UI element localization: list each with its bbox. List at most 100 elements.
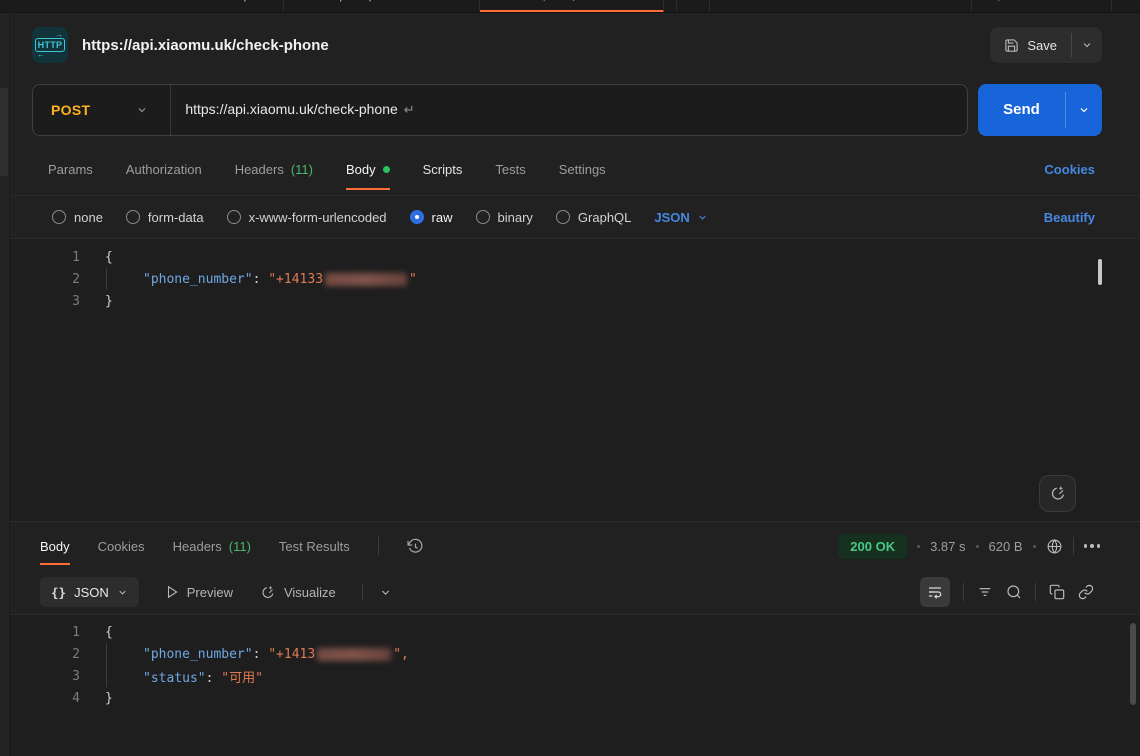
code-line: 3 "status": "可用" xyxy=(10,665,1140,687)
divider xyxy=(362,583,363,601)
http-icon: → HTTP ← xyxy=(32,27,68,63)
mode-graphql[interactable]: GraphQL xyxy=(556,210,631,225)
method-dropdown[interactable]: POST xyxy=(33,102,170,118)
tab-tests[interactable]: Tests xyxy=(495,143,525,195)
save-button-group: Save xyxy=(990,27,1102,63)
chevron-down-icon xyxy=(117,587,128,598)
response-body-viewer[interactable]: 1 { 2 "phone_number": "+1413", 3 "status… xyxy=(10,614,1140,756)
search-icon xyxy=(988,0,1001,2)
code-line: 1 { xyxy=(10,621,1140,643)
floppy-icon xyxy=(1004,38,1019,53)
cookies-link[interactable]: Cookies xyxy=(1044,143,1095,195)
preview-button[interactable]: Preview xyxy=(165,585,233,600)
send-button[interactable]: Send xyxy=(978,84,1065,136)
environment-label: No Environment xyxy=(1009,0,1095,2)
save-options-button[interactable] xyxy=(1072,27,1102,63)
status-badge[interactable]: 200 OK xyxy=(838,534,907,559)
chevron-down-icon[interactable] xyxy=(379,586,392,599)
dot-separator xyxy=(976,545,979,548)
save-button[interactable]: Save xyxy=(990,27,1071,63)
request-tab-apiint[interactable]: GET https://apiint.domain.uk/ex xyxy=(284,0,481,13)
response-tab-cookies[interactable]: Cookies xyxy=(98,522,145,570)
line-number: 3 xyxy=(10,294,80,309)
divider xyxy=(1035,583,1036,601)
line-number: 2 xyxy=(10,272,80,287)
response-toolbar: {} JSON Preview Visualize xyxy=(10,570,1140,614)
tab-body[interactable]: Body xyxy=(346,143,390,195)
method-badge-get: GET xyxy=(152,0,173,1)
divider xyxy=(378,537,379,555)
response-tab-test-results[interactable]: Test Results xyxy=(279,522,350,570)
code-line: 1 { xyxy=(10,246,1140,268)
request-tab-bar: Params Authorization Headers (11) Body S… xyxy=(10,143,1140,196)
radio-checked-icon xyxy=(410,210,424,224)
chevron-down-icon xyxy=(697,212,708,223)
body-mode-row: none form-data x-www-form-urlencoded raw… xyxy=(10,196,1140,238)
mode-urlencoded[interactable]: x-www-form-urlencoded xyxy=(227,210,387,225)
mode-binary[interactable]: binary xyxy=(476,210,533,225)
wand-sparkle-icon xyxy=(259,584,276,601)
line-number: 4 xyxy=(10,691,80,706)
request-title-row: → HTTP ← https://api.xiaomu.uk/check-pho… xyxy=(10,14,1140,76)
postbot-button[interactable] xyxy=(1039,475,1076,512)
search-icon[interactable] xyxy=(1006,584,1022,600)
mode-raw[interactable]: raw xyxy=(410,210,453,225)
visualize-button[interactable]: Visualize xyxy=(259,584,336,601)
history-clock-icon[interactable] xyxy=(407,538,424,555)
line-number: 3 xyxy=(10,669,80,684)
editor-scrollbar[interactable] xyxy=(1098,259,1102,285)
url-input[interactable]: https://api.xiaomu.uk/check-phone↵ xyxy=(171,101,414,118)
line-number: 2 xyxy=(10,647,80,662)
response-time[interactable]: 3.87 s xyxy=(930,539,965,554)
response-tab-body[interactable]: Body xyxy=(40,522,70,570)
copy-icon[interactable] xyxy=(1049,584,1065,600)
mode-none[interactable]: none xyxy=(52,210,103,225)
collapsed-sidebar-rail[interactable] xyxy=(0,14,10,756)
code-line: 2 "phone_number": "+14133" xyxy=(10,268,1140,290)
response-tab-headers[interactable]: Headers (11) xyxy=(173,522,251,570)
wand-sparkle-icon xyxy=(1048,484,1067,503)
globe-icon[interactable] xyxy=(1046,538,1063,555)
radio-icon xyxy=(476,210,490,224)
url-builder-row: POST https://api.xiaomu.uk/check-phone↵ … xyxy=(10,76,1140,143)
filter-icon[interactable] xyxy=(977,584,993,600)
return-glyph: ↵ xyxy=(404,102,415,117)
line-number: 1 xyxy=(10,250,80,265)
response-scrollbar[interactable] xyxy=(1130,623,1136,705)
request-tab-untitled[interactable]: GET Untitled Request xyxy=(138,0,284,13)
chevron-down-icon xyxy=(1081,39,1093,51)
divider xyxy=(1073,537,1074,555)
response-size[interactable]: 620 B xyxy=(989,539,1023,554)
request-body-editor[interactable]: 1 { 2 "phone_number": "+14133" 3 } xyxy=(10,238,1140,521)
method-label: POST xyxy=(51,102,90,118)
tab-settings[interactable]: Settings xyxy=(559,143,606,195)
chevron-down-icon xyxy=(1078,104,1090,116)
radio-icon xyxy=(227,210,241,224)
tab-params[interactable]: Params xyxy=(48,143,93,195)
response-format-dropdown[interactable]: {} JSON xyxy=(40,577,139,607)
environment-selector[interactable]: No Environment xyxy=(971,0,1112,13)
mode-form-data[interactable]: form-data xyxy=(126,210,204,225)
save-label: Save xyxy=(1027,38,1057,53)
request-tab-active[interactable]: POST https://api.xiaomu.uk/c xyxy=(480,0,663,13)
workspace-tab-strip: GET Untitled Request GET https://apiint.… xyxy=(0,0,1140,13)
redaction-blur xyxy=(317,648,391,661)
divider xyxy=(963,583,964,601)
headers-count: (11) xyxy=(291,162,313,177)
text-wrap-icon[interactable] xyxy=(920,577,950,607)
tab-authorization[interactable]: Authorization xyxy=(126,143,202,195)
more-options-icon[interactable] xyxy=(1084,544,1101,548)
tab-label: Untitled Request xyxy=(180,0,269,2)
code-line: 3 } xyxy=(10,290,1140,312)
language-dropdown[interactable]: JSON xyxy=(654,210,707,225)
tab-headers[interactable]: Headers (11) xyxy=(235,143,313,195)
new-tab-button[interactable]: + xyxy=(676,0,710,13)
play-icon xyxy=(165,585,179,599)
code-line: 4 } xyxy=(10,687,1140,709)
tab-scripts[interactable]: Scripts xyxy=(423,143,463,195)
beautify-link[interactable]: Beautify xyxy=(1044,210,1095,225)
tab-label: https://apiint.domain.uk/ex xyxy=(326,0,465,2)
headers-count: (11) xyxy=(229,539,251,554)
send-options-button[interactable] xyxy=(1066,84,1102,136)
link-icon[interactable] xyxy=(1078,584,1094,600)
